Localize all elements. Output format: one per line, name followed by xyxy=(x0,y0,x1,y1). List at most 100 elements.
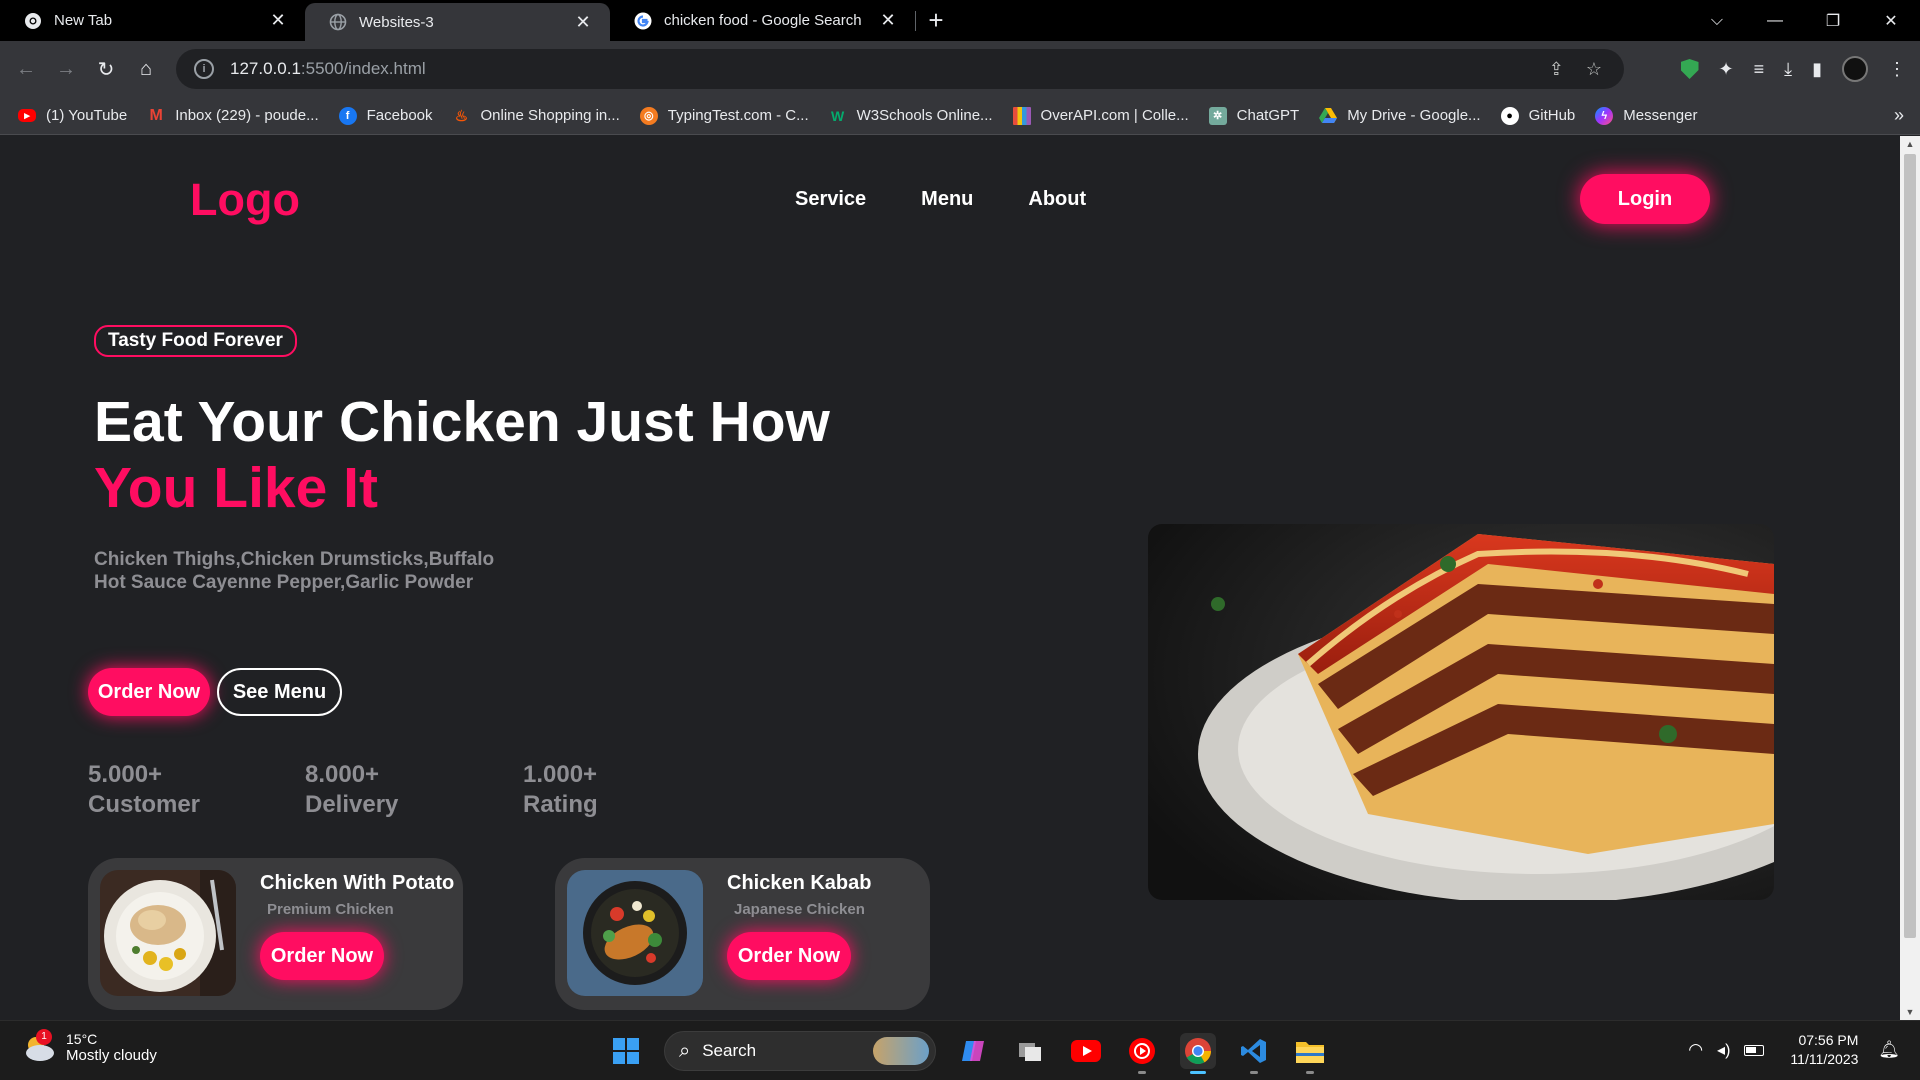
site-logo[interactable]: Logo xyxy=(190,174,300,226)
bookmark-github[interactable]: ● GitHub xyxy=(1500,106,1575,125)
tagline-badge: Tasty Food Forever xyxy=(94,325,297,357)
youtube-icon: ▸ xyxy=(18,109,36,122)
tab-title: Websites-3 xyxy=(359,13,434,31)
see-menu-button[interactable]: See Menu xyxy=(217,668,342,716)
chicken-potato-image xyxy=(100,870,236,996)
extensions-area: ✦ ≡ ⤓ ▮ ⋮ xyxy=(1680,49,1906,89)
minimize-button[interactable]: — xyxy=(1746,0,1804,41)
bookmark-w3schools[interactable]: W W3Schools Online... xyxy=(829,107,993,125)
stat-value: 5.000+ xyxy=(88,761,163,788)
weather-temperature: 15°C xyxy=(66,1031,98,1047)
tab-chicken-food-search[interactable]: chicken food - Google Search ✕ xyxy=(610,0,915,41)
close-window-button[interactable]: ✕ xyxy=(1862,0,1920,41)
bookmark-label: ChatGPT xyxy=(1236,107,1300,124)
stat-deliveries: 8.000+ Delivery xyxy=(305,760,398,820)
card-order-now-button[interactable]: Order Now xyxy=(727,932,851,980)
battery-icon[interactable] xyxy=(1744,1044,1765,1056)
bookmark-online-shopping[interactable]: ♨ Online Shopping in... xyxy=(453,107,620,125)
chrome-icon xyxy=(24,12,42,30)
nav-link-about[interactable]: About xyxy=(1028,188,1086,211)
card-order-now-button[interactable]: Order Now xyxy=(260,932,384,980)
new-tab-button[interactable]: + xyxy=(916,0,956,41)
weather-description: Mostly cloudy xyxy=(66,1047,157,1064)
taskbar-search[interactable]: ⌕ Search xyxy=(664,1031,936,1071)
order-now-button[interactable]: Order Now xyxy=(88,668,210,716)
share-icon[interactable]: ⇪ xyxy=(1549,59,1564,80)
nav-link-service[interactable]: Service xyxy=(795,188,866,211)
profile-avatar[interactable] xyxy=(1842,56,1868,82)
tab-search-chevron-icon[interactable]: ⌵ xyxy=(1688,0,1746,41)
w3schools-icon: W xyxy=(831,107,845,124)
volume-icon[interactable]: ◂) xyxy=(1717,1040,1730,1060)
bookmark-label: W3Schools Online... xyxy=(856,107,993,124)
nav-link-menu[interactable]: Menu xyxy=(921,188,973,211)
restore-button[interactable]: ❐ xyxy=(1804,0,1862,41)
system-clock[interactable]: 07:56 PM 11/11/2023 xyxy=(1790,1031,1858,1069)
food-card-title: Chicken Kabab xyxy=(727,872,872,894)
download-icon[interactable]: ⤓ xyxy=(1784,59,1792,80)
close-tab-icon[interactable]: ✕ xyxy=(269,10,287,31)
wifi-icon[interactable]: ◠ xyxy=(1688,1040,1703,1060)
copilot-icon[interactable] xyxy=(956,1033,992,1069)
vscode-icon[interactable] xyxy=(1236,1033,1272,1074)
media-queue-icon[interactable]: ≡ xyxy=(1754,59,1765,80)
bookmark-chatgpt[interactable]: ✲ ChatGPT xyxy=(1208,106,1300,125)
hero-headline: Eat Your Chicken Just How xyxy=(94,390,830,454)
notification-bell-icon[interactable]: 🔔︎ xyxy=(1878,1040,1900,1060)
bookmark-facebook[interactable]: f Facebook xyxy=(338,106,433,125)
login-button[interactable]: Login xyxy=(1580,174,1710,224)
bookmark-google-drive[interactable]: My Drive - Google... xyxy=(1319,107,1481,125)
address-bar[interactable]: i 127.0.0.1:5500/index.html ⇪ ☆ xyxy=(176,49,1624,89)
bookmark-star-icon[interactable]: ☆ xyxy=(1586,59,1602,80)
hero-lasagna-image xyxy=(1148,524,1774,900)
task-view-icon[interactable] xyxy=(1012,1033,1048,1069)
chrome-taskbar-icon[interactable] xyxy=(1180,1033,1216,1074)
google-icon xyxy=(634,12,652,30)
site-info-icon[interactable]: i xyxy=(194,59,214,79)
bookmark-overapi[interactable]: OverAPI.com | Colle... xyxy=(1012,106,1189,125)
bookmark-youtube[interactable]: ▸ (1) YouTube xyxy=(18,107,127,124)
forward-arrow-icon[interactable]: → xyxy=(46,49,86,89)
chatgpt-icon: ✲ xyxy=(1208,106,1227,125)
tab-title: New Tab xyxy=(54,12,113,29)
scroll-down-arrow-icon[interactable]: ▼ xyxy=(1900,1004,1920,1020)
bookmark-label: Facebook xyxy=(366,107,433,124)
home-icon[interactable]: ⌂ xyxy=(126,49,166,89)
adblock-shield-icon[interactable] xyxy=(1680,59,1699,79)
clock-date: 11/11/2023 xyxy=(1790,1051,1859,1067)
bookmark-label: Messenger xyxy=(1623,107,1698,124)
scrollbar-thumb[interactable] xyxy=(1904,154,1916,938)
food-card-chicken-kabab: Chicken Kabab Japanese Chicken Order Now xyxy=(555,858,930,1010)
youtube-music-icon[interactable] xyxy=(1124,1033,1160,1074)
bookmark-label: Online Shopping in... xyxy=(480,107,620,124)
reload-icon[interactable]: ↻ xyxy=(86,49,126,89)
stat-label: Delivery xyxy=(305,791,399,818)
youtube-app-icon[interactable] xyxy=(1068,1033,1104,1069)
windows-start-icon[interactable] xyxy=(608,1033,644,1069)
browser-toolbar: ← → ↻ ⌂ i 127.0.0.1:5500/index.html ⇪ ☆ … xyxy=(0,41,1920,97)
close-tab-icon[interactable]: ✕ xyxy=(879,10,897,31)
scroll-up-arrow-icon[interactable]: ▲ xyxy=(1900,136,1920,152)
bookmark-typingtest[interactable]: ◎ TypingTest.com - C... xyxy=(639,106,809,125)
weather-widget[interactable]: 1 15°C Mostly cloudy xyxy=(22,1028,157,1064)
close-tab-icon[interactable]: ✕ xyxy=(574,12,592,33)
more-bookmarks-icon[interactable]: » xyxy=(1894,105,1904,126)
extensions-puzzle-icon[interactable]: ✦ xyxy=(1719,59,1734,80)
overapi-icon xyxy=(1012,106,1031,125)
more-menu-icon[interactable]: ⋮ xyxy=(1888,59,1906,80)
tab-websites-3[interactable]: Websites-3 ✕ xyxy=(305,3,610,41)
bookmark-gmail[interactable]: M Inbox (229) - poude... xyxy=(147,106,319,125)
tab-new-tab[interactable]: New Tab ✕ xyxy=(0,0,305,41)
hero-description: Chicken Thighs,Chicken Drumsticks,Buffal… xyxy=(94,549,495,593)
page-scrollbar[interactable]: ▲ ▼ xyxy=(1900,136,1920,1020)
bookmark-label: My Drive - Google... xyxy=(1347,107,1481,124)
cloudy-weather-icon: 1 xyxy=(22,1028,56,1063)
window-controls: ⌵ — ❐ ✕ xyxy=(1688,0,1920,41)
tab-title: chicken food - Google Search xyxy=(664,12,862,29)
file-explorer-icon[interactable] xyxy=(1292,1033,1328,1074)
gmail-icon: M xyxy=(149,106,163,124)
side-panel-icon[interactable]: ▮ xyxy=(1812,59,1822,80)
bookmark-messenger[interactable]: ϟ Messenger xyxy=(1595,106,1698,125)
back-arrow-icon[interactable]: ← xyxy=(6,49,46,89)
food-card-subtitle: Premium Chicken xyxy=(267,901,394,918)
